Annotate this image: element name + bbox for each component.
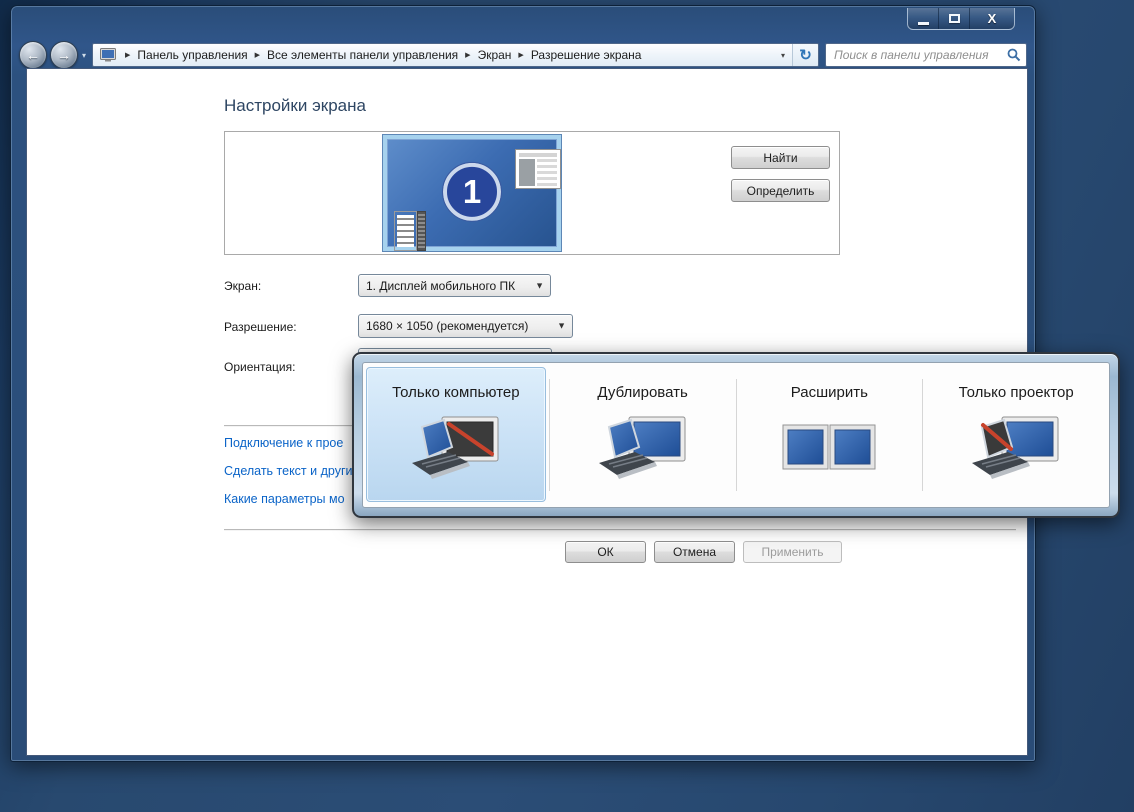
laptop-off-monitor-on-icon [968,413,1064,488]
breadcrumb-separator-icon: ▶ [458,51,477,59]
breadcrumb-separator-icon: ▶ [248,51,267,59]
close-button[interactable]: X [970,8,1014,29]
refresh-icon[interactable]: ↻ [792,44,818,66]
breadcrumb-all-items[interactable]: Все элементы панели управления [267,48,458,62]
desktop-gadget-thumbnail [394,211,426,251]
recent-pages-dropdown[interactable]: ▾ [82,51,86,60]
monitor-number-badge: 1 [443,163,501,221]
apply-button: Применить [743,541,842,563]
breadcrumb-screen-resolution[interactable]: Разрешение экрана [531,48,642,62]
projector-mode-list: Только компьютер [362,362,1110,508]
display-field-label: Экран: [224,279,261,293]
search-box [825,43,1027,67]
forward-icon: → [57,47,71,63]
mode-duplicate[interactable]: Дублировать [550,363,736,507]
footer-divider [224,529,1016,530]
chevron-down-icon: ▼ [557,321,566,331]
address-dropdown-icon[interactable]: ▾ [774,51,792,60]
breadcrumb-control-panel[interactable]: Панель управления [137,48,247,62]
address-bar[interactable]: ▶ Панель управления ▶ Все элементы панел… [92,43,819,67]
resolution-select[interactable]: 1680 × 1050 (рекомендуется)▼ [358,314,573,338]
window-controls: X [907,8,1015,30]
minimize-button[interactable] [908,8,939,29]
maximize-button[interactable] [939,8,970,29]
what-settings-link[interactable]: Какие параметры мо [224,492,345,506]
monitor-preview-area: 1 Найти Определить [224,131,840,255]
monitor-1-preview[interactable]: 1 [383,135,561,251]
projector-mode-switcher: Только компьютер [352,352,1120,518]
page-title: Настройки экрана [224,96,366,116]
back-icon: ← [26,47,40,63]
breadcrumb-separator-icon: ▶ [511,51,530,59]
search-icon[interactable] [1007,48,1021,67]
chevron-down-icon: ▼ [535,280,544,290]
minimize-icon [918,22,929,25]
make-text-larger-link[interactable]: Сделать текст и други [224,464,353,478]
back-button[interactable]: ← [19,41,47,69]
laptop-on-monitor-off-icon [408,413,504,488]
display-select[interactable]: 1. Дисплей мобильного ПК▼ [358,274,551,297]
find-button[interactable]: Найти [731,146,830,169]
forward-button[interactable]: → [50,41,78,69]
breadcrumb-display[interactable]: Экран [478,48,512,62]
laptop-on-monitor-on-icon [595,413,691,488]
identify-button[interactable]: Определить [731,179,830,202]
mode-extend[interactable]: Расширить [737,363,923,507]
mode-computer-only[interactable]: Только компьютер [363,363,549,507]
cancel-button[interactable]: Отмена [654,541,735,563]
display-icon [100,48,116,62]
resolution-field-label: Разрешение: [224,320,297,334]
desktop-window-thumbnail [515,149,561,189]
maximize-icon [949,14,960,23]
desktop-background: X ← → ▾ ▶ Панель управления ▶ Все элемен… [0,0,1134,812]
orientation-field-label: Ориентация: [224,360,295,374]
ok-button[interactable]: ОК [565,541,646,563]
dual-monitors-icon [781,413,877,488]
close-icon: X [988,11,997,26]
breadcrumb-separator-icon: ▶ [118,51,137,59]
search-input[interactable] [825,43,1027,67]
mode-projector-only[interactable]: Только проектор [923,363,1109,507]
connect-projector-link[interactable]: Подключение к прое [224,436,343,450]
